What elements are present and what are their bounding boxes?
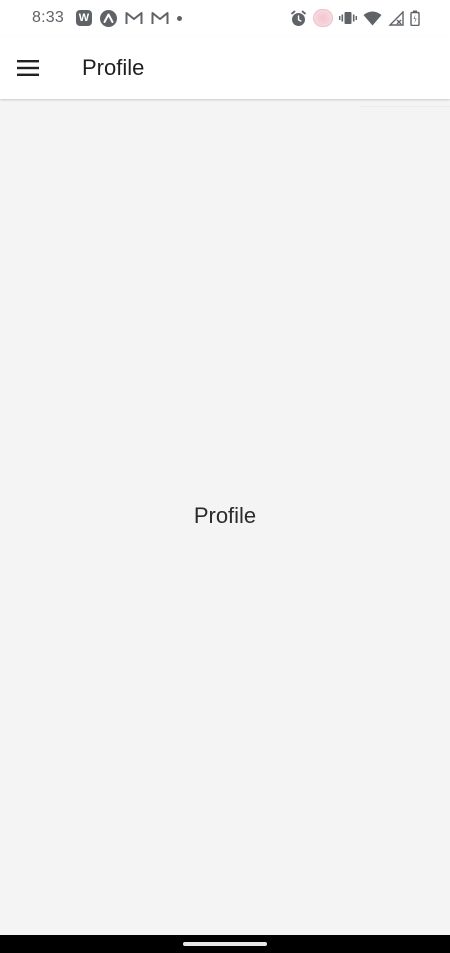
arc-app-icon bbox=[99, 9, 117, 27]
main-content: Profile bbox=[0, 99, 450, 935]
home-gesture-handle[interactable] bbox=[183, 942, 267, 946]
page-title: Profile bbox=[82, 54, 145, 80]
status-time: 8:33 bbox=[32, 9, 64, 26]
screen: 8:33 W Profile Profile bbox=[0, 0, 450, 953]
gmail-icon bbox=[151, 11, 169, 25]
system-nav-bar bbox=[0, 935, 450, 953]
wifi-icon bbox=[363, 11, 382, 26]
cell-signal-icon bbox=[388, 10, 404, 26]
status-right-icons bbox=[290, 9, 420, 27]
status-left-icons: W bbox=[75, 9, 182, 27]
profile-label: Profile bbox=[193, 502, 257, 528]
alarm-icon bbox=[290, 10, 307, 27]
w-badge-icon: W bbox=[75, 10, 92, 26]
hamburger-menu-icon bbox=[17, 59, 39, 76]
vibrate-icon bbox=[339, 11, 357, 25]
gmail-icon bbox=[125, 11, 143, 25]
menu-button[interactable] bbox=[0, 40, 56, 96]
battery-icon bbox=[410, 10, 420, 26]
app-bar: Profile bbox=[0, 36, 450, 99]
status-bar: 8:33 W bbox=[0, 0, 450, 36]
brain-app-icon bbox=[313, 9, 333, 27]
notification-dot-icon bbox=[176, 15, 182, 21]
